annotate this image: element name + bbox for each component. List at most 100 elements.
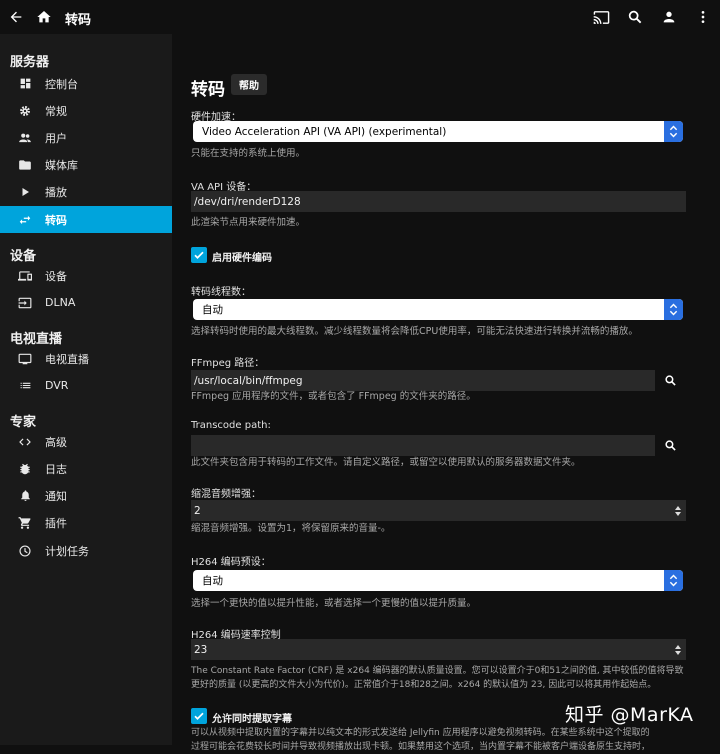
gear-icon xyxy=(17,103,33,119)
user-icon[interactable] xyxy=(652,0,686,34)
sidebar-item-label: 计划任务 xyxy=(45,544,89,558)
sidebar-item-dlna[interactable]: DLNA xyxy=(0,289,172,316)
sidebar-item-library[interactable]: 媒体库 xyxy=(0,151,172,178)
top-bar: 转码 xyxy=(0,0,720,34)
sidebar: 服务器 控制台 常规 用户 媒体库 播放 转码 设备 设备 DLNA 电视直播 … xyxy=(0,34,172,745)
people-icon xyxy=(17,130,33,146)
h264-crf-value: 23 xyxy=(194,643,208,656)
help-button[interactable]: 帮助 xyxy=(231,74,267,95)
sidebar-item-label: 高级 xyxy=(45,435,67,449)
search-icon[interactable] xyxy=(662,372,678,388)
sidebar-item-dvr[interactable]: DVR xyxy=(0,372,172,399)
sidebar-item-label: 控制台 xyxy=(45,77,78,91)
h264-preset-label: H264 编码预设： xyxy=(191,557,271,568)
sidebar-item-label: 播放 xyxy=(45,185,67,199)
h264-preset-hint: 选择一个更快的值以提升性能，或者选择一个更慢的值以提升质量。 xyxy=(191,598,477,609)
devices-icon xyxy=(17,268,33,284)
cart-icon xyxy=(17,515,33,531)
menu-icon[interactable] xyxy=(686,0,720,34)
extract-subtitles-checkbox[interactable] xyxy=(191,708,207,724)
sidebar-item-dashboard[interactable]: 控制台 xyxy=(0,70,172,97)
sidebar-item-notifications[interactable]: 通知 xyxy=(0,482,172,509)
transcode-path-label: Transcode path: xyxy=(191,420,271,431)
topbar-actions xyxy=(584,0,720,34)
play-icon xyxy=(17,184,33,200)
spinner-icon[interactable] xyxy=(674,642,682,657)
sidebar-item-label: 常规 xyxy=(45,104,67,118)
sidebar-item-logs[interactable]: 日志 xyxy=(0,455,172,482)
h264-preset-value: 自动 xyxy=(202,575,223,587)
sidebar-item-label: 媒体库 xyxy=(45,158,78,172)
hw-accel-value: Video Acceleration API (VA API) (experim… xyxy=(202,125,447,138)
chevron-updown-icon xyxy=(664,121,683,142)
downmix-boost-label: 缩混音频增强： xyxy=(191,489,261,500)
main-content: 转码 帮助 硬件加速： Video Acceleration API (VA A… xyxy=(172,34,720,752)
spinner-icon[interactable] xyxy=(674,503,682,518)
ffmpeg-path-input[interactable]: /usr/local/bin/ffmpeg xyxy=(191,370,655,391)
transcode-path-hint: 此文件夹包含用于转码的工作文件。请自定义路径，或留空以使用默认的服务器数据文件夹… xyxy=(191,457,581,468)
h264-crf-input[interactable]: 23 xyxy=(191,639,686,660)
sidebar-item-label: 电视直播 xyxy=(45,352,89,366)
sidebar-item-label: 通知 xyxy=(45,489,67,503)
sidebar-item-label: 转码 xyxy=(45,213,67,227)
sidebar-item-label: 插件 xyxy=(45,516,67,530)
h264-preset-select[interactable]: 自动 xyxy=(193,570,683,591)
cast-icon[interactable] xyxy=(584,0,618,34)
folder-icon xyxy=(17,157,33,173)
sidebar-item-label: 设备 xyxy=(45,269,67,283)
sidebar-item-transcoding[interactable]: 转码 xyxy=(0,206,172,233)
sidebar-item-livetv[interactable]: 电视直播 xyxy=(0,345,172,372)
search-icon[interactable] xyxy=(618,0,652,34)
app-title: 转码 xyxy=(65,13,92,28)
thread-count-hint: 选择转码时使用的最大线程数。减少线程数量将会降低CPU使用率，可能无法快速进行转… xyxy=(191,326,638,337)
sidebar-item-advanced[interactable]: 高级 xyxy=(0,428,172,455)
clock-icon xyxy=(17,543,33,559)
sidebar-item-label: DVR xyxy=(45,379,69,392)
sidebar-item-label: DLNA xyxy=(45,296,76,309)
hw-accel-select[interactable]: Video Acceleration API (VA API) (experim… xyxy=(193,121,683,142)
downmix-boost-value: 2 xyxy=(194,504,201,517)
input-icon xyxy=(17,295,33,311)
sidebar-item-plugins[interactable]: 插件 xyxy=(0,509,172,536)
thread-count-label: 转码线程数： xyxy=(191,287,251,298)
downmix-boost-input[interactable]: 2 xyxy=(191,500,686,521)
sidebar-item-playback[interactable]: 播放 xyxy=(0,178,172,205)
check-icon xyxy=(194,712,204,720)
transcode-icon xyxy=(17,212,33,228)
search-icon[interactable] xyxy=(662,437,678,453)
check-icon xyxy=(194,251,204,259)
hw-accel-hint: 只能在支持的系统上使用。 xyxy=(191,148,306,159)
home-icon[interactable] xyxy=(35,8,53,26)
dashboard-icon xyxy=(17,76,33,92)
sidebar-item-devices[interactable]: 设备 xyxy=(0,262,172,289)
ffmpeg-path-hint: FFmpeg 应用程序的文件，或者包含了 FFmpeg 的文件夹的路径。 xyxy=(191,391,476,402)
h264-crf-hint-2: 更好的质量 (以更高的文件大小为代价)。正常值介于18和28之间。x264 的默… xyxy=(191,680,657,690)
arrow-left-icon[interactable] xyxy=(7,8,25,26)
extract-subtitles-label: 允许同时提取字幕 xyxy=(212,714,292,725)
enable-hw-encoding-label: 启用硬件编码 xyxy=(212,253,272,264)
downmix-boost-hint: 缩混音频增强。设置为1，将保留原来的音量-。 xyxy=(191,523,391,534)
thread-count-value: 自动 xyxy=(202,304,223,316)
chevron-updown-icon xyxy=(664,570,683,591)
code-icon xyxy=(17,434,33,450)
bell-icon xyxy=(17,488,33,504)
bug-icon xyxy=(17,461,33,477)
transcode-path-input[interactable] xyxy=(191,435,655,456)
sidebar-item-label: 用户 xyxy=(45,131,67,145)
thread-count-select[interactable]: 自动 xyxy=(193,299,683,320)
chevron-updown-icon xyxy=(664,299,683,320)
vaapi-device-input[interactable]: /dev/dri/renderD128 xyxy=(191,191,686,212)
extract-subtitles-hint-1: 可以从视频中提取内置的字幕并以纯文本的形式发送给 Jellyfin 应用程序以避… xyxy=(191,728,650,738)
sidebar-item-users[interactable]: 用户 xyxy=(0,124,172,151)
vaapi-device-hint: 此渲染节点用来硬件加速。 xyxy=(191,217,306,228)
extract-subtitles-hint-2: 过程可能会花费较长时间并导致视频播放出现卡顿。如果禁用这个选项，当内置字幕不能被… xyxy=(191,742,651,752)
enable-hw-encoding-checkbox[interactable] xyxy=(191,247,207,263)
list-icon xyxy=(17,378,33,394)
ffmpeg-path-label: FFmpeg 路径： xyxy=(191,358,265,369)
page-title: 转码 xyxy=(191,80,225,100)
tv-icon xyxy=(17,351,33,367)
sidebar-item-general[interactable]: 常规 xyxy=(0,97,172,124)
sidebar-item-scheduled-tasks[interactable]: 计划任务 xyxy=(0,537,172,564)
section-title-server: 服务器 xyxy=(10,55,50,70)
sidebar-item-label: 日志 xyxy=(45,462,67,476)
